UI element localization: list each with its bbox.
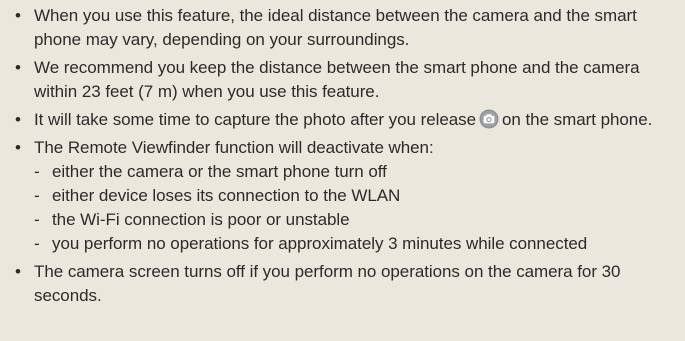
sub-item-text: you perform no operations for approximat… [52, 234, 588, 253]
sub-item-text: either the camera or the smart phone tur… [52, 162, 387, 181]
note-text-before-icon: It will take some time to capture the ph… [34, 110, 477, 129]
dash-marker: - [34, 234, 40, 253]
bullet-marker: • [15, 262, 21, 281]
note-text: We recommend you keep the distance betwe… [34, 58, 640, 101]
note-text: The camera screen turns off if you perfo… [34, 262, 621, 305]
note-item-capture-delay: • It will take some time to capture the … [14, 108, 671, 132]
sub-item-text: either device loses its connection to th… [52, 186, 401, 205]
dash-marker: - [34, 186, 40, 205]
bullet-marker: • [15, 138, 21, 157]
sub-list-item: - either the camera or the smart phone t… [34, 160, 671, 184]
bullet-marker: • [15, 58, 21, 77]
note-text-after-icon: on the smart phone. [502, 110, 653, 129]
note-item-ideal-distance: • When you use this feature, the ideal d… [14, 4, 671, 52]
notes-list: • When you use this feature, the ideal d… [0, 0, 685, 341]
note-text: The Remote Viewfinder function will deac… [34, 138, 434, 157]
note-item-recommended-distance: • We recommend you keep the distance bet… [14, 56, 671, 104]
sub-list-item: - you perform no operations for approxim… [34, 232, 671, 256]
camera-shutter-icon [479, 109, 499, 129]
bullet-marker: • [15, 6, 21, 25]
deactivation-conditions-list: - either the camera or the smart phone t… [34, 160, 671, 256]
sub-item-text: the Wi-Fi connection is poor or unstable [52, 210, 350, 229]
dash-marker: - [34, 162, 40, 181]
dash-marker: - [34, 210, 40, 229]
bullet-marker: • [15, 110, 21, 129]
note-text: When you use this feature, the ideal dis… [34, 6, 637, 49]
sub-list-item: - either device loses its connection to … [34, 184, 671, 208]
note-item-viewfinder-deactivation: • The Remote Viewfinder function will de… [14, 136, 671, 256]
note-item-screen-timeout: • The camera screen turns off if you per… [14, 260, 671, 308]
sub-list-item: - the Wi-Fi connection is poor or unstab… [34, 208, 671, 232]
